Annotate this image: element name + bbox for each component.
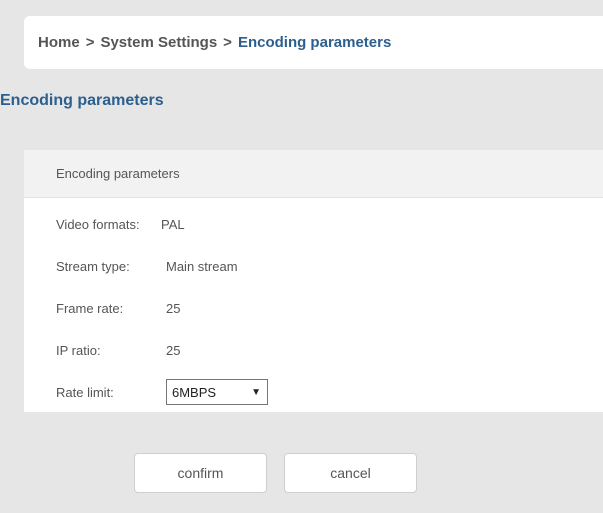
breadcrumb-home[interactable]: Home [38, 34, 80, 51]
cancel-button[interactable]: cancel [284, 453, 417, 493]
rate-limit-selected-value: 6MBPS [172, 384, 217, 400]
ip-ratio-row: IP ratio: 25 [56, 340, 180, 360]
panel-header: Encoding parameters [24, 150, 603, 198]
rate-limit-row: Rate limit: 6MBPS ▼ [56, 379, 268, 405]
breadcrumb-separator: > [85, 34, 95, 51]
breadcrumb-separator: > [223, 34, 232, 51]
encoding-panel: Encoding parameters Video formats: PAL S… [24, 150, 603, 412]
page: Home > System Settings > Encoding parame… [0, 0, 603, 513]
stream-type-value: Main stream [166, 258, 238, 274]
breadcrumb-current: Encoding parameters [237, 34, 392, 51]
confirm-button[interactable]: confirm [134, 453, 267, 493]
rate-limit-select[interactable]: 6MBPS ▼ [166, 379, 268, 405]
page-title: Encoding parameters [0, 92, 164, 109]
frame-rate-row: Frame rate: 25 [56, 298, 180, 318]
video-format-value: PAL [161, 216, 185, 232]
stream-type-row: Stream type: Main stream [56, 256, 238, 276]
breadcrumb: Home > System Settings > Encoding parame… [24, 16, 603, 69]
frame-rate-value: 25 [166, 300, 181, 316]
rate-limit-label: Rate limit: [56, 384, 114, 400]
ip-ratio-value: 25 [166, 342, 181, 358]
frame-rate-label: Frame rate: [56, 300, 124, 316]
video-format-label: Video formats: [56, 216, 140, 232]
ip-ratio-label: IP ratio: [56, 342, 101, 358]
chevron-down-icon: ▼ [251, 386, 261, 398]
stream-type-label: Stream type: [56, 258, 130, 274]
video-format-row: Video formats: PAL [56, 214, 185, 234]
breadcrumb-system-settings[interactable]: System Settings [100, 34, 217, 51]
